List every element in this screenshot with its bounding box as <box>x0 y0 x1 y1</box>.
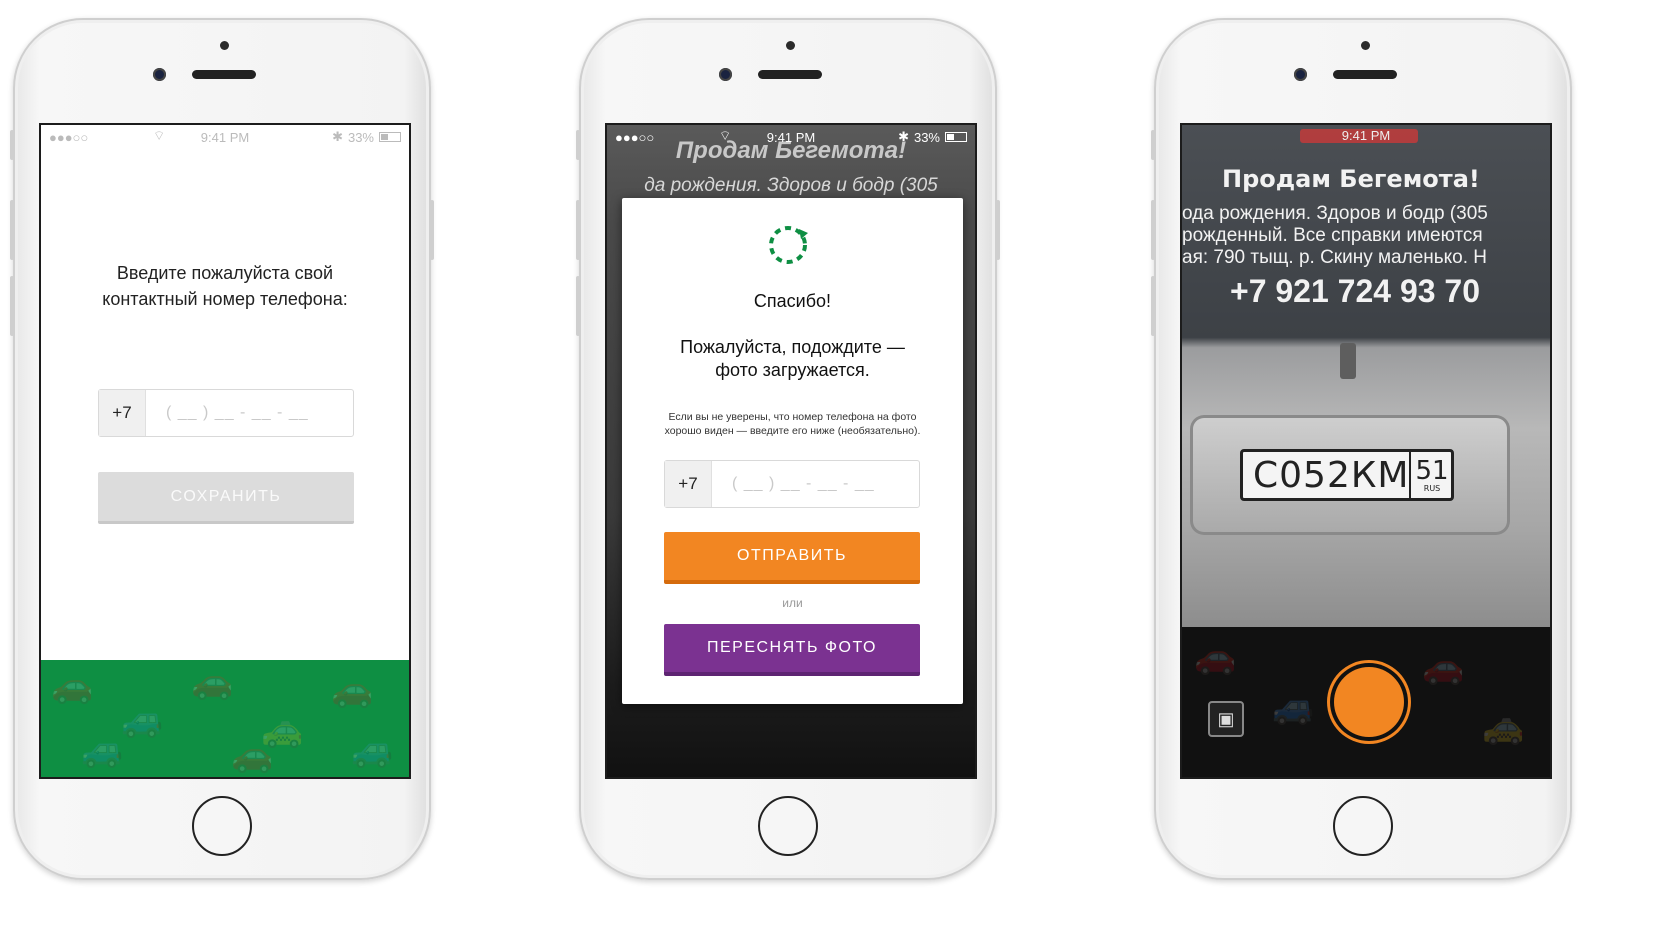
signal-strength: ●●●○○ <box>615 129 655 145</box>
ad-line-1: ода рождения. Здоров и бодр (305 <box>1182 203 1488 224</box>
mute-switch <box>1151 130 1155 160</box>
car-emblem <box>1340 343 1356 379</box>
car-pattern-icon: 🚙 <box>81 731 124 769</box>
ad-line-3: ая: 790 тыщ. р. Скину маленько. Н <box>1182 247 1488 268</box>
phone-mockup-1: ●●●○○ 9:41 PM ✱ 33% ⌔ Введите пожалуйста… <box>10 18 434 880</box>
country-code: +7 <box>99 390 146 436</box>
earpiece-speaker <box>192 70 256 79</box>
car-pattern-icon: 🚗 <box>191 663 234 701</box>
thanks-heading: Спасибо! <box>753 291 832 311</box>
brand-footer-band: 🚗 🚙 🚗 🚕 🚗 🚙 🚗 🚙 <box>41 660 409 777</box>
phone-number-field[interactable]: +7 ( __ ) __ - __ - __ <box>664 460 920 508</box>
earpiece-speaker <box>1333 70 1397 79</box>
plate-region-block: 51 RUS <box>1409 452 1452 498</box>
bluetooth-icon: ✱ <box>332 129 343 144</box>
status-time: 9:41 PM <box>1341 128 1391 143</box>
hint-line-2: хорошо виден — введите его ниже (необяза… <box>664 425 921 437</box>
plate-number: С052КМ <box>1253 454 1410 496</box>
volume-down-button <box>576 276 580 336</box>
ad-phone-number: +7 921 724 93 70 <box>1230 273 1481 309</box>
gallery-icon[interactable]: ▣ <box>1208 701 1244 737</box>
screen-camera: 9:41 PM Продам Бегемота! ода рождения. З… <box>1180 123 1552 779</box>
home-button <box>1333 796 1393 856</box>
car-pattern-icon: 🚗 <box>1422 648 1465 686</box>
plate-region: 51 <box>1415 455 1449 486</box>
car-pattern-icon: 🚗 <box>331 671 374 709</box>
front-camera <box>719 68 732 81</box>
volume-up-button <box>576 200 580 260</box>
status-bar: ●●●○○ 9:41 PM ✱ 33% <box>607 125 975 149</box>
wifi-icon: ⌔ <box>153 128 166 143</box>
camera-viewfinder <box>1182 125 1550 631</box>
bluetooth-icon: ✱ <box>898 129 909 144</box>
home-button <box>192 796 252 856</box>
wait-line-2: фото загружается. <box>715 360 870 380</box>
save-button[interactable]: СОХРАНИТЬ <box>98 472 354 524</box>
volume-down-button <box>10 276 14 336</box>
car-pattern-icon: 🚗 <box>1194 638 1237 676</box>
battery-icon <box>379 132 401 142</box>
phone-mockup-3: 9:41 PM Продам Бегемота! ода рождения. З… <box>1151 18 1572 880</box>
car-pattern-icon: 🚕 <box>1482 708 1525 746</box>
phone-number-input[interactable]: ( __ ) __ - __ - __ <box>712 461 919 507</box>
wait-line-1: Пожалуйста, подождите — <box>680 337 905 357</box>
license-plate: С052КМ 51 RUS <box>1240 449 1454 501</box>
home-button <box>758 796 818 856</box>
volume-up-button <box>10 200 14 260</box>
earpiece-speaker <box>758 70 822 79</box>
loading-spinner-icon <box>769 226 808 264</box>
hint-text: Если вы не уверены, что номер телефона н… <box>632 410 953 438</box>
screen-upload-confirm: Продам Бегемота! да рождения. Здоров и б… <box>605 123 977 779</box>
battery-percent: 33% <box>347 129 374 145</box>
mute-switch <box>576 130 580 160</box>
phone-mockup-2: Продам Бегемота! да рождения. Здоров и б… <box>576 18 1000 880</box>
power-button <box>430 200 434 260</box>
proximity-sensor <box>220 41 229 50</box>
front-camera <box>1294 68 1307 81</box>
car-pattern-icon: 🚙 <box>351 731 394 769</box>
upload-dialog: Спасибо! Пожалуйста, подождите — фото за… <box>622 198 963 704</box>
retake-photo-button[interactable]: ПЕРЕСНЯТЬ ФОТО <box>664 624 920 676</box>
battery-percent: 33% <box>913 129 940 145</box>
front-camera <box>153 68 166 81</box>
status-bar: ●●●○○ 9:41 PM ✱ 33% <box>41 125 409 149</box>
car-pattern-icon: 🚗 <box>51 667 94 705</box>
ad-line-2: рожденный. Все справки имеются <box>1182 225 1483 246</box>
power-button <box>996 200 1000 260</box>
battery-icon <box>945 132 967 142</box>
mute-switch <box>10 130 14 160</box>
hint-line-1: Если вы не уверены, что номер телефона н… <box>668 411 917 423</box>
shutter-button[interactable] <box>1334 667 1404 737</box>
phone-number-field[interactable]: +7 ( __ ) __ - __ - __ <box>98 389 354 437</box>
car-pattern-icon: 🚗 <box>231 736 274 774</box>
camera-controls-bar: 🚗 🚙 🚗 🚕 ▣ <box>1182 627 1550 777</box>
signal-strength: ●●●○○ <box>49 129 89 145</box>
car-pattern-icon: 🚙 <box>121 701 164 739</box>
volume-down-button <box>1151 276 1155 336</box>
proximity-sensor <box>786 41 795 50</box>
ad-title: Продам Бегемота! <box>1222 165 1480 193</box>
wifi-icon: ⌔ <box>719 128 732 143</box>
country-code: +7 <box>665 461 712 507</box>
send-button[interactable]: ОТПРАВИТЬ <box>664 532 920 584</box>
car-pattern-icon: 🚙 <box>1272 688 1315 726</box>
plate-country: RUS <box>1423 483 1441 493</box>
screen-phone-entry: ●●●○○ 9:41 PM ✱ 33% ⌔ Введите пожалуйста… <box>39 123 411 779</box>
background-ad-line: да рождения. Здоров и бодр (305 <box>644 175 938 196</box>
phone-number-input[interactable]: ( __ ) __ - __ - __ <box>146 390 353 436</box>
page-title: Введите пожалуйста свой контактный номер… <box>102 263 348 309</box>
volume-up-button <box>1151 200 1155 260</box>
wait-message: Пожалуйста, подождите — фото загружается… <box>622 336 963 382</box>
proximity-sensor <box>1361 41 1370 50</box>
or-separator: или <box>782 596 803 610</box>
